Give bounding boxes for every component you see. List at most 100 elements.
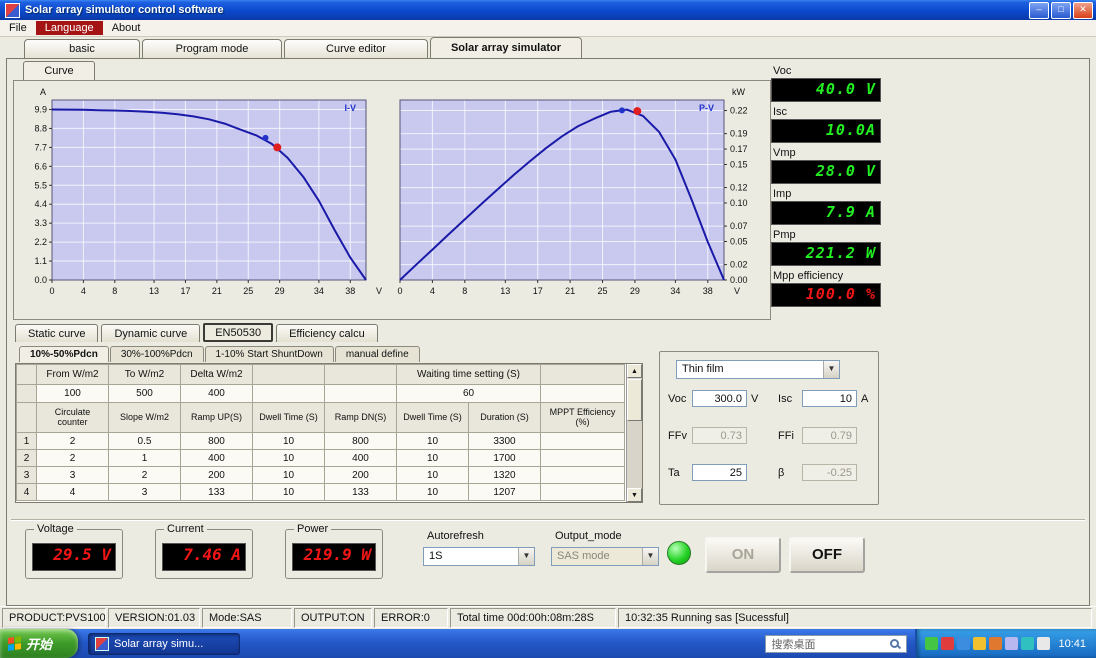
table-cell[interactable]: 133: [180, 483, 253, 501]
autorefresh-select[interactable]: 1S ▼: [423, 547, 535, 566]
table-cell[interactable]: 800: [324, 432, 397, 450]
svg-text:8.8: 8.8: [34, 123, 47, 133]
svg-text:34: 34: [670, 286, 680, 296]
scroll-thumb[interactable]: [627, 379, 642, 421]
table-cell[interactable]: 60: [396, 384, 541, 403]
table-cell[interactable]: 200: [180, 466, 253, 484]
led-vmp: Vmp 28.0 V: [771, 147, 881, 184]
table-cell[interactable]: 400: [324, 449, 397, 467]
table-cell[interactable]: 10: [252, 432, 325, 450]
start-button[interactable]: 开始: [0, 629, 78, 658]
table-cell[interactable]: 2: [36, 432, 109, 450]
table-cell[interactable]: 2: [108, 466, 181, 484]
param-ffi-input: 0.79: [802, 427, 857, 444]
param-isc-input[interactable]: 10: [802, 390, 857, 407]
table-cell[interactable]: 10: [396, 432, 469, 450]
param-ta-input[interactable]: 25: [692, 464, 747, 481]
subtab-manual-define[interactable]: manual define: [334, 346, 420, 362]
table-cell[interactable]: 1207: [468, 483, 541, 501]
table-cell[interactable]: 10: [252, 466, 325, 484]
desktop-search-input[interactable]: 搜索桌面: [765, 634, 908, 653]
led-label: Vmp: [773, 147, 796, 159]
param-voc-input[interactable]: 300.0: [692, 390, 747, 407]
app-icon: [5, 2, 20, 18]
table-cell[interactable]: 400: [180, 384, 253, 403]
tray-icon[interactable]: [1005, 637, 1019, 650]
subtab-10-50-pdcn[interactable]: 10%-50%Pdcn: [19, 346, 109, 362]
tab-dynamic-curve[interactable]: Dynamic curve: [101, 324, 201, 342]
table-cell[interactable]: 0.5: [108, 432, 181, 450]
table-cell[interactable]: 1: [108, 449, 181, 467]
close-button[interactable]: ✕: [1073, 1, 1093, 19]
svg-text:0: 0: [49, 286, 54, 296]
iv-curve-chart: 0 4 8 13 17 21 25 29 34 38 9.9 8.8 7.7 6.6 5.5 4.4 3.3 2.…: [22, 86, 384, 311]
tray-icon[interactable]: [941, 637, 955, 650]
led-mpp-efficiency: Mpp efficiency 100.0 %: [771, 270, 881, 307]
table-cell[interactable]: [252, 384, 325, 403]
table-cell[interactable]: 4: [36, 483, 109, 501]
tab-static-curve[interactable]: Static curve: [15, 324, 99, 342]
tab-en50530[interactable]: EN50530: [203, 323, 274, 342]
scroll-down-icon[interactable]: ▼: [627, 488, 642, 502]
svg-text:0.0: 0.0: [34, 275, 47, 285]
menu-file[interactable]: File: [0, 21, 36, 35]
tray-icon[interactable]: [989, 637, 1003, 650]
table-cell[interactable]: 10: [252, 483, 325, 501]
table-scrollbar[interactable]: ▲ ▼: [626, 364, 642, 502]
table-cell[interactable]: [540, 449, 625, 467]
chart-i-v: 0 4 8 13 17 21 25 29 34 38 9.9 8.8 7.7 6.6 5.5 4.4 3.3 2.…: [34, 87, 382, 296]
tray-icon[interactable]: [973, 637, 987, 650]
off-button[interactable]: OFF: [789, 537, 865, 573]
table-cell[interactable]: 3: [36, 466, 109, 484]
table-cell[interactable]: [540, 483, 625, 501]
tray-icon[interactable]: [957, 637, 971, 650]
table-cell[interactable]: 400: [180, 449, 253, 467]
table-cell[interactable]: 1700: [468, 449, 541, 467]
maximize-button[interactable]: □: [1051, 1, 1071, 19]
param-ffi-label: FFi: [778, 429, 794, 442]
table-cell[interactable]: 800: [180, 432, 253, 450]
minimize-button[interactable]: –: [1029, 1, 1049, 19]
table-cell[interactable]: [540, 466, 625, 484]
tab-solar-array-simulator[interactable]: Solar array simulator: [430, 37, 582, 58]
header-cell: From W/m2: [36, 364, 109, 385]
table-cell[interactable]: [540, 432, 625, 450]
subtab-1-10-start-shuntdown[interactable]: 1-10% Start ShuntDown: [204, 346, 334, 362]
taskbar: 开始 Solar array simu... 搜索桌面 10:41: [0, 629, 1096, 658]
table-cell[interactable]: 10: [396, 449, 469, 467]
table-cell[interactable]: 133: [324, 483, 397, 501]
table-cell[interactable]: 200: [324, 466, 397, 484]
scroll-up-icon[interactable]: ▲: [627, 364, 642, 378]
module-type-select[interactable]: Thin film ▼: [676, 360, 840, 379]
meter-power: Power 219.9 W: [285, 523, 383, 579]
tab-efficiency-calcu[interactable]: Efficiency calcu: [276, 324, 378, 342]
tab-curve[interactable]: Curve: [23, 61, 95, 80]
table-cell[interactable]: 2: [36, 449, 109, 467]
table-cell[interactable]: [324, 384, 397, 403]
table-cell[interactable]: 500: [108, 384, 181, 403]
tab-curve-editor[interactable]: Curve editor: [284, 39, 428, 58]
tab-basic[interactable]: basic: [24, 39, 140, 58]
table-cell[interactable]: 100: [36, 384, 109, 403]
on-button[interactable]: ON: [705, 537, 781, 573]
search-icon[interactable]: [889, 638, 901, 650]
tray-icon[interactable]: [1021, 637, 1035, 650]
tray-icon[interactable]: [1037, 637, 1051, 650]
menu-about[interactable]: About: [103, 21, 150, 35]
table-cell[interactable]: 10: [396, 483, 469, 501]
table-cell[interactable]: [540, 384, 625, 403]
table-cell[interactable]: 3: [108, 483, 181, 501]
chevron-down-icon[interactable]: ▼: [518, 548, 534, 565]
taskbar-task-button[interactable]: Solar array simu...: [88, 632, 240, 655]
table-corner: [16, 384, 37, 403]
table-cell[interactable]: 10: [252, 449, 325, 467]
table-cell[interactable]: 10: [396, 466, 469, 484]
subtab-30-100-pdcn[interactable]: 30%-100%Pdcn: [109, 346, 204, 362]
table-cell[interactable]: 1320: [468, 466, 541, 484]
table-cell[interactable]: 3300: [468, 432, 541, 450]
tray-icon[interactable]: [925, 637, 939, 650]
chevron-down-icon[interactable]: ▼: [823, 361, 839, 378]
menu-language[interactable]: Language: [35, 21, 103, 35]
tab-program-mode[interactable]: Program mode: [142, 39, 282, 58]
svg-text:V: V: [376, 286, 382, 296]
